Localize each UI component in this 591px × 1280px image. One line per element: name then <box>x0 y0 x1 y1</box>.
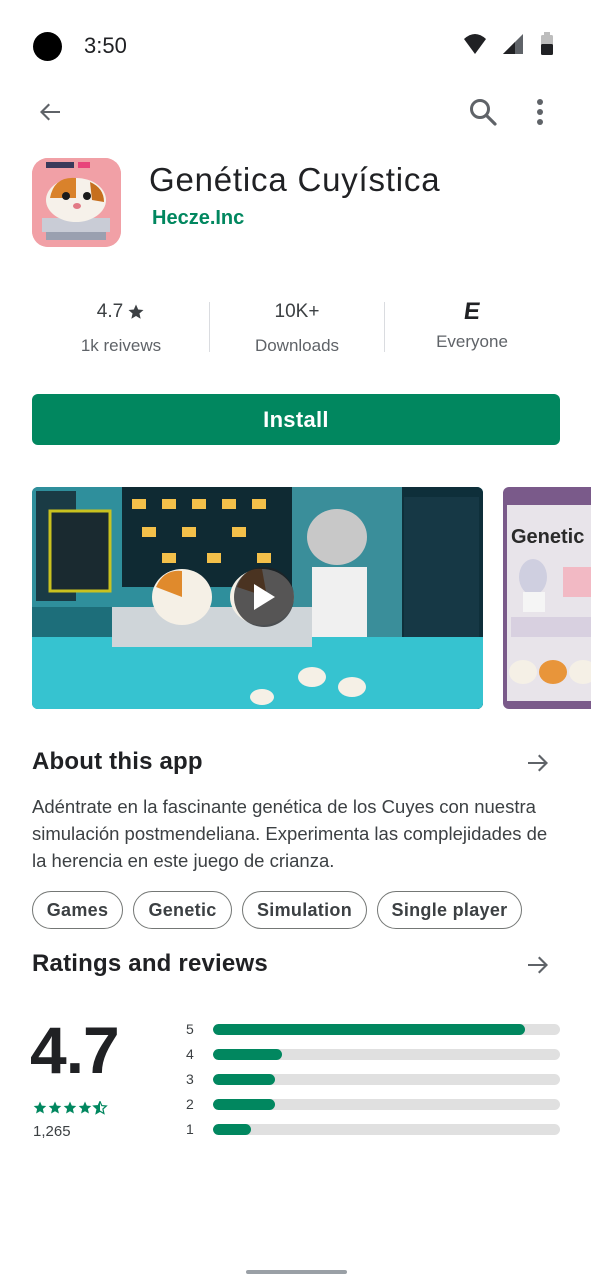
rating-bar-label: 3 <box>186 1071 194 1087</box>
star-full-icon <box>78 1101 92 1114</box>
esrb-everyone-icon: E <box>462 298 482 325</box>
star-full-icon <box>48 1101 62 1114</box>
screenshot-video-thumbnail[interactable] <box>32 487 483 709</box>
chip-genetic[interactable]: Genetic <box>133 891 232 929</box>
ratings-title: Ratings and reviews <box>32 950 268 977</box>
more-vert-icon <box>537 99 543 125</box>
star-full-icon <box>63 1101 77 1114</box>
rating-bar-fill <box>213 1074 276 1085</box>
rating-bar-fill <box>213 1124 252 1135</box>
rating-bar-row: 1 <box>186 1120 560 1145</box>
rating-bar-track <box>213 1124 560 1135</box>
app-icon <box>32 158 121 247</box>
developer-link[interactable]: Hecze.Inc <box>152 207 244 230</box>
downloads-value: 10K+ <box>274 301 320 322</box>
rating-bar-fill <box>213 1024 526 1035</box>
chip-games[interactable]: Games <box>32 891 123 929</box>
review-count: 1,265 <box>33 1123 71 1140</box>
about-title: About this app <box>32 748 203 775</box>
content-rating-badge: E <box>384 298 560 326</box>
star-icon <box>128 304 144 319</box>
about-more-button[interactable] <box>518 743 558 783</box>
install-button[interactable]: Install <box>32 394 560 445</box>
star-half-icon <box>93 1100 107 1115</box>
rating-bar-track <box>213 1074 560 1085</box>
search-button[interactable] <box>463 92 503 132</box>
play-icon <box>254 584 275 610</box>
wifi-icon <box>464 34 486 54</box>
search-icon <box>470 99 497 126</box>
rating-bar-row: 4 <box>186 1045 560 1070</box>
back-button[interactable] <box>30 92 70 132</box>
arrow-back-icon <box>40 103 60 121</box>
status-time: 3:50 <box>84 33 127 58</box>
content-rating-label: Everyone <box>436 332 508 351</box>
guinea-pig-pixel-icon <box>32 158 121 247</box>
rating-bar-fill <box>213 1099 276 1110</box>
average-rating: 4.7 <box>30 1013 120 1087</box>
rating-distribution: 5 4 3 2 1 <box>186 1020 560 1145</box>
more-options-button[interactable] <box>520 92 560 132</box>
genetic-screen-image: Genetic <box>503 487 591 709</box>
status-bar: 3:50 <box>0 0 591 92</box>
rating-bar-row: 2 <box>186 1095 560 1120</box>
rating-bar-row: 5 <box>186 1020 560 1045</box>
screenshot-2-text: Genetic <box>511 526 584 548</box>
screenshot-2[interactable]: Genetic <box>503 487 591 709</box>
rating-count-label: 1k reivews <box>80 336 162 355</box>
cellular-signal-icon <box>503 34 523 54</box>
rating-bar-track <box>213 1099 560 1110</box>
status-icons <box>461 32 571 58</box>
chip-single-player[interactable]: Single player <box>377 891 522 929</box>
ratings-more-button[interactable] <box>518 945 558 985</box>
stats-row: 4.7 1k reivews 10K+ Downloads E Everyone <box>32 298 560 362</box>
about-description: Adéntrate en la fascinante genética de l… <box>32 796 548 871</box>
stat-downloads: 10K+ Downloads <box>210 298 384 362</box>
star-full-icon <box>33 1101 47 1114</box>
stat-rating[interactable]: 4.7 1k reivews <box>32 298 210 362</box>
rating-bar-track <box>213 1024 560 1035</box>
app-bar <box>0 92 591 132</box>
screenshot-carousel[interactable]: Genetic <box>32 487 591 709</box>
downloads-label: Downloads <box>254 336 340 355</box>
home-indicator[interactable] <box>246 1270 347 1274</box>
tag-chips: Games Genetic Simulation Single player <box>32 891 572 929</box>
chip-simulation[interactable]: Simulation <box>242 891 367 929</box>
battery-icon <box>541 32 553 55</box>
rating-bar-label: 1 <box>186 1121 194 1137</box>
arrow-forward-icon <box>528 956 548 974</box>
rating-bar-label: 4 <box>186 1046 194 1062</box>
app-title: Genética Cuyística <box>149 161 441 198</box>
rating-stars <box>33 1100 113 1115</box>
rating-bar-row: 3 <box>186 1070 560 1095</box>
rating-value: 4.7 <box>96 301 124 322</box>
rating-bar-fill <box>213 1049 283 1060</box>
stat-content-rating[interactable]: E Everyone <box>384 298 560 362</box>
play-video-button[interactable] <box>234 567 294 627</box>
rating-bar-label: 2 <box>186 1096 194 1112</box>
rating-bar-track <box>213 1049 560 1060</box>
arrow-forward-icon <box>528 754 548 772</box>
rating-bar-label: 5 <box>186 1021 194 1037</box>
camera-cutout <box>33 32 62 61</box>
